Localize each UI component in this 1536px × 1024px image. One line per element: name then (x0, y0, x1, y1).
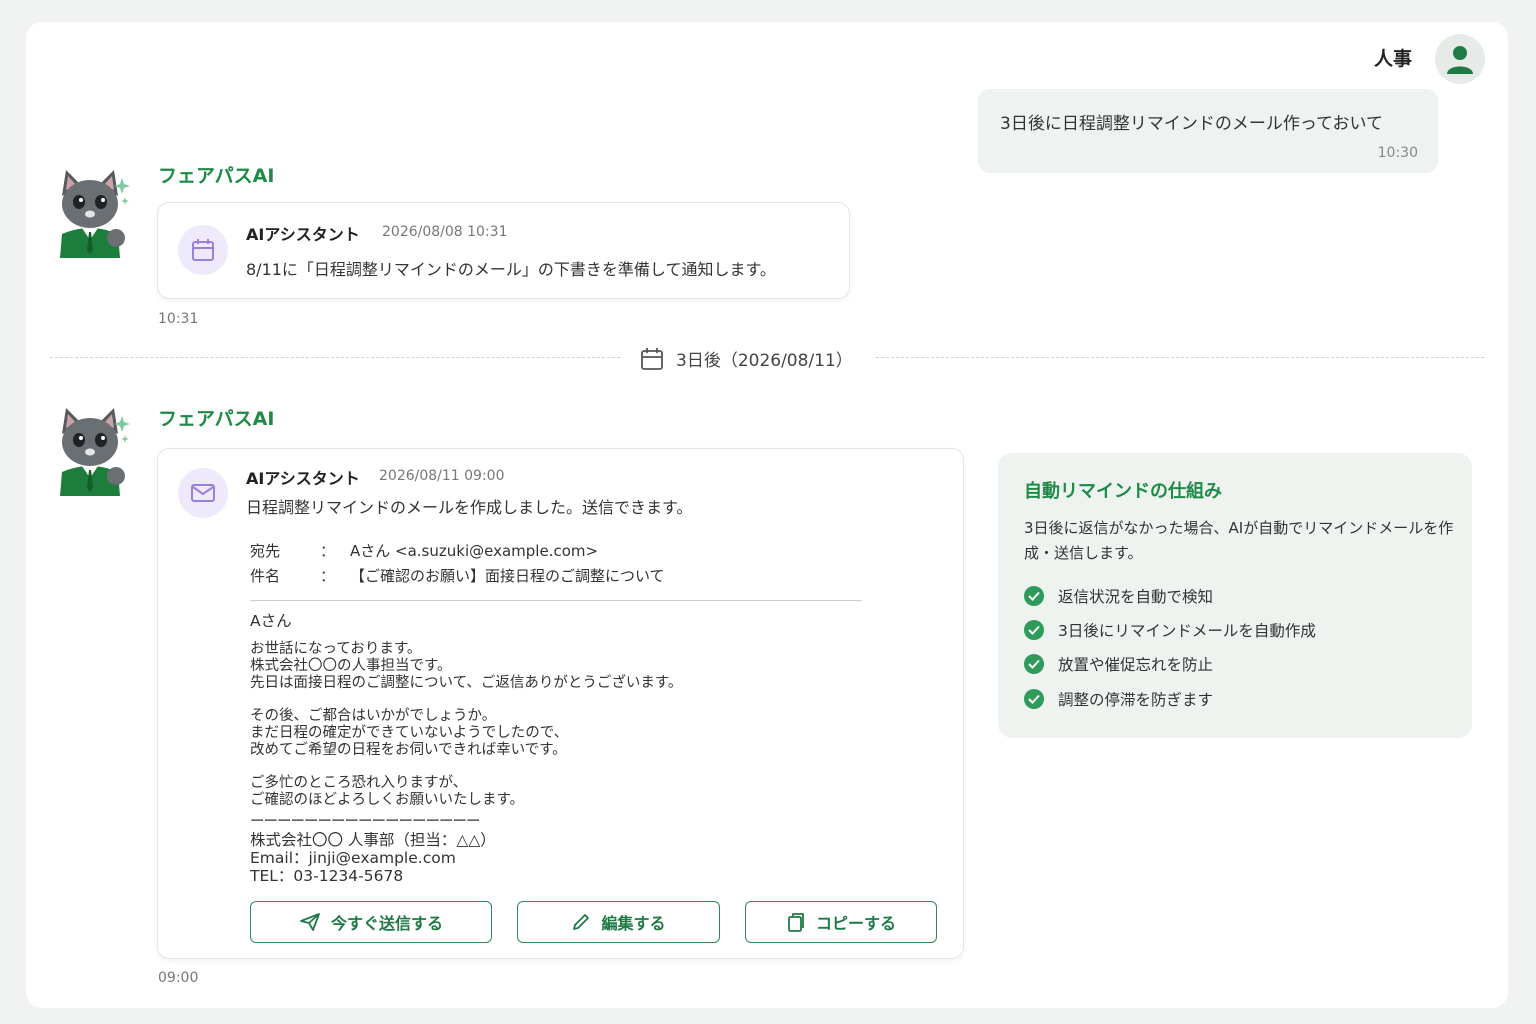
card-sender: AIアシスタント (246, 225, 360, 244)
date-divider: 3日後（2026/08/11） (640, 346, 853, 371)
bot-avatar (48, 404, 132, 500)
panel-feature-item: 調整の停滞を防ぎます (1024, 688, 1213, 710)
panel-description: 3日後に返信がなかった場合、AIが自動でリマインドメールを作成・送信します。 (1024, 519, 1454, 562)
cat-mascot-icon (60, 408, 130, 496)
panel-feature-label: 3日後にリマインドメールを自動作成 (1058, 622, 1316, 640)
bot-name: フェアパスAI (158, 165, 275, 187)
pencil-icon (573, 914, 590, 930)
email-body-line: ご多忙のところ恐れ入りますが、 (250, 775, 468, 791)
mail-icon (191, 484, 215, 502)
copy-icon (788, 913, 804, 932)
check-icon (1024, 654, 1044, 674)
calendar-icon-badge (178, 225, 228, 275)
email-body: Aさん お世話になっております。 株式会社〇〇の人事担当です。 先日は面接日程の… (250, 612, 683, 886)
card-timestamp: 2026/08/11 09:00 (379, 468, 505, 484)
date-divider-label: 3日後（2026/08/11） (676, 351, 853, 371)
email-signature-line: Email：jinji@example.com (250, 849, 456, 867)
user-message-text: 3日後に日程調整リマインドのメール作っておいて (1000, 114, 1383, 134)
email-subject-colon: ： (320, 567, 336, 585)
card-sender: AIアシスタント (246, 469, 360, 488)
email-subject-label: 件名 (250, 567, 281, 585)
email-to-row: 宛先 ： Aさん <a.suzuki@example.com> (250, 540, 598, 561)
email-body-line: その後、ご都合はいかがでしょうか。 (250, 708, 497, 724)
panel-feature-label: 調整の停滞を防ぎます (1058, 691, 1214, 709)
email-subject-value[interactable]: 【ご確認のお願い】面接日程のご調整について (350, 565, 665, 586)
card-timestamp: 2026/08/08 10:31 (382, 224, 508, 240)
panel-feature-label: 返信状況を自動で検知 (1058, 588, 1214, 606)
card-message: 日程調整リマインドのメールを作成しました。送信できます。 (246, 498, 693, 517)
panel-feature-item: 返信状況を自動で検知 (1024, 585, 1213, 607)
email-header-rule (250, 600, 862, 601)
check-icon (1024, 620, 1044, 640)
user-name: 人事 (1374, 48, 1413, 70)
email-body-line: まだ日程の確定ができていないようでしたので、 (250, 725, 569, 741)
send-now-label: 今すぐ送信する (330, 914, 443, 933)
user-message-time: 10:30 (1377, 145, 1418, 161)
copy-button[interactable]: コピーする (745, 901, 937, 943)
divider-line-right (876, 357, 1484, 358)
email-to-label: 宛先 (250, 542, 281, 560)
auto-remind-info-panel: 自動リマインドの仕組み 3日後に返信がなかった場合、AIが自動でリマインドメール… (998, 453, 1472, 738)
panel-title: 自動リマインドの仕組み (1024, 481, 1222, 502)
email-body-line: お世話になっております。 (250, 641, 422, 657)
email-body-line: 改めてご希望の日程をお伺いできれば幸いです。 (250, 742, 567, 758)
email-body-line: 先日は面接日程のご調整について、ご返信ありがとうございます。 (250, 675, 683, 691)
email-to-colon: ： (320, 542, 336, 560)
bot-name: フェアパスAI (158, 408, 275, 430)
email-to-value[interactable]: Aさん <a.suzuki@example.com> (350, 540, 598, 561)
email-body-line: 株式会社〇〇の人事担当です。 (250, 658, 452, 674)
email-draft-card: AIアシスタント 2026/08/11 09:00 日程調整リマインドのメールを… (157, 448, 964, 959)
bot-message-time: 09:00 (158, 970, 199, 986)
email-signature-separator: ーーーーーーーーーーーーーーーーー (250, 814, 481, 830)
email-subject-row: 件名 ： 【ご確認のお願い】面接日程のご調整について (250, 565, 665, 586)
cat-mascot-icon (60, 170, 130, 258)
edit-label: 編集する (601, 914, 666, 933)
calendar-icon (641, 347, 663, 370)
send-icon (300, 913, 320, 931)
reminder-confirmation-card: AIアシスタント 2026/08/08 10:31 8/11に「日程調整リマイン… (157, 202, 850, 299)
panel-feature-item: 放置や催促忘れを防止 (1024, 653, 1213, 675)
send-now-button[interactable]: 今すぐ送信する (250, 901, 492, 943)
check-icon (1024, 586, 1044, 606)
bot-message-time: 10:31 (158, 311, 199, 327)
check-icon (1024, 689, 1044, 709)
divider-line-left (50, 357, 620, 358)
panel-feature-label: 放置や催促忘れを防止 (1058, 656, 1214, 674)
panel-feature-item: 3日後にリマインドメールを自動作成 (1024, 619, 1316, 641)
user-icon (1447, 46, 1473, 74)
email-greeting: Aさん (250, 612, 292, 630)
bot-avatar (48, 166, 132, 262)
email-body-line: ご確認のほどよろしくお願いいたします。 (250, 792, 525, 808)
email-signature-line: 株式会社〇〇 人事部（担当：△△） (250, 831, 496, 849)
calendar-icon (192, 239, 214, 261)
edit-button[interactable]: 編集する (517, 901, 720, 943)
card-message: 8/11に「日程調整リマインドのメール」の下書きを準備して通知します。 (246, 260, 776, 279)
user-message-bubble: 3日後に日程調整リマインドのメール作っておいて 10:30 (978, 89, 1438, 173)
copy-label: コピーする (815, 914, 896, 933)
mail-icon-badge (178, 468, 228, 518)
user-avatar[interactable] (1435, 34, 1485, 84)
email-signature-line: TEL：03-1234-5678 (250, 867, 404, 885)
